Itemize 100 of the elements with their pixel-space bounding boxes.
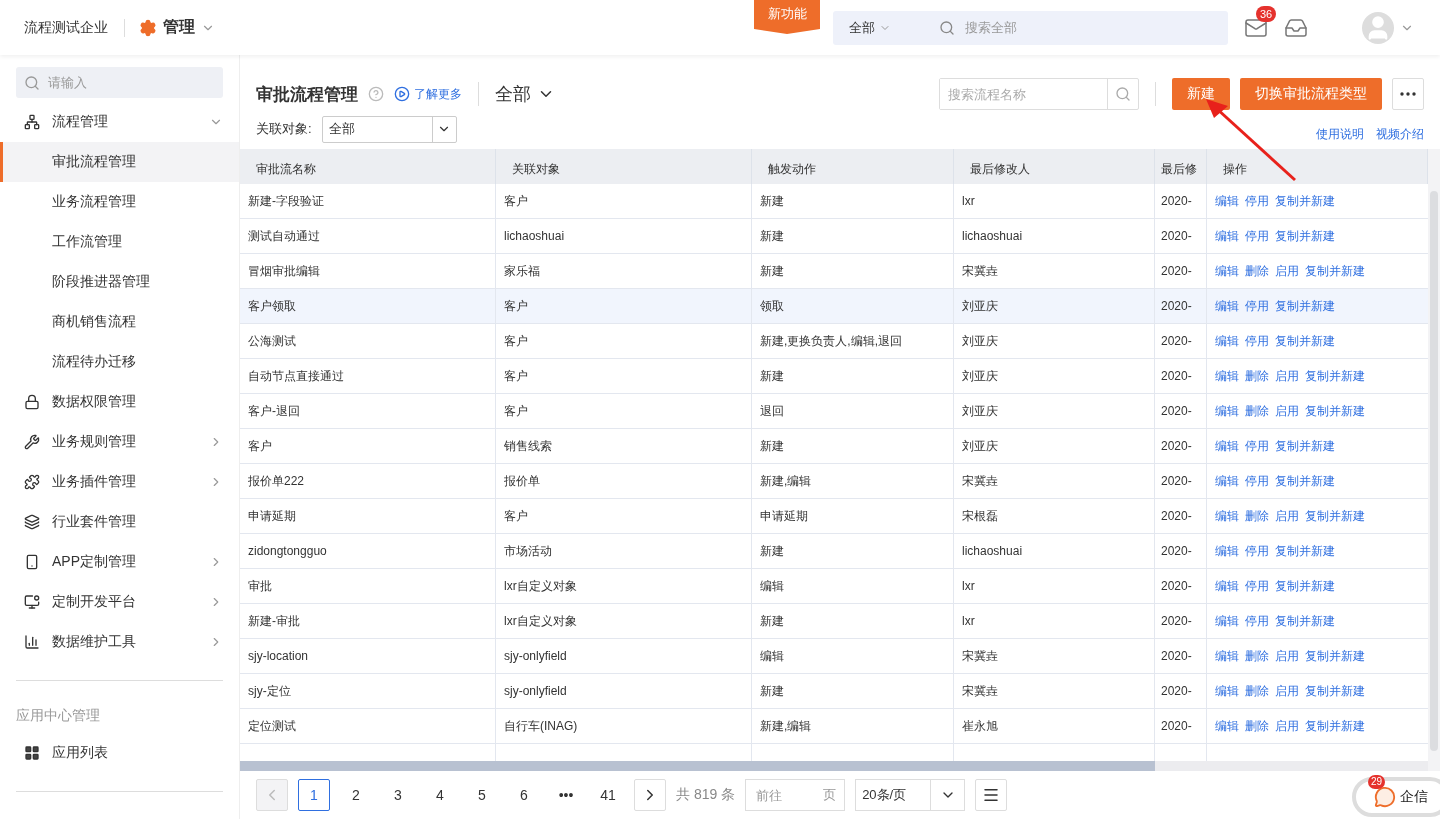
horizontal-scrollbar[interactable]	[240, 761, 1155, 771]
sidebar-item[interactable]: 数据权限管理	[0, 382, 239, 422]
row-action-link[interactable]: 编辑	[1215, 332, 1239, 350]
sidebar-item[interactable]: 业务插件管理	[0, 462, 239, 502]
row-action-link[interactable]: 复制并新建	[1275, 227, 1335, 245]
sidebar-item[interactable]: 流程待办迁移	[0, 342, 239, 382]
chat-widget[interactable]: 29 企信	[1352, 777, 1440, 817]
row-action-link[interactable]: 编辑	[1215, 367, 1239, 385]
sidebar-item[interactable]: 审批流程管理	[0, 142, 239, 182]
sidebar-item[interactable]: 数据维护工具	[0, 622, 239, 662]
row-action-link[interactable]: 编辑	[1215, 507, 1239, 525]
row-action-link[interactable]: 复制并新建	[1275, 192, 1335, 210]
row-action-link[interactable]: 复制并新建	[1275, 472, 1335, 490]
row-action-link[interactable]: 编辑	[1215, 542, 1239, 560]
row-action-link[interactable]: 编辑	[1215, 437, 1239, 455]
scope-dropdown[interactable]: 全部	[495, 82, 555, 106]
sidebar-item[interactable]: 行业套件管理	[0, 502, 239, 542]
table-cell: 新建,更换负责人,编辑,退回	[752, 324, 954, 359]
learn-more-link[interactable]: 了解更多	[394, 85, 462, 103]
row-action-link[interactable]: 停用	[1245, 192, 1269, 210]
row-action-link[interactable]: 复制并新建	[1305, 682, 1365, 700]
row-action-link[interactable]: 删除	[1245, 717, 1269, 735]
table-cell: 宋冀垚	[954, 254, 1155, 289]
sidebar-item[interactable]: 流程管理	[0, 102, 239, 142]
page-button[interactable]: 1	[298, 779, 330, 811]
sidebar-item[interactable]: 业务流程管理	[0, 182, 239, 222]
table-cell: 2020-	[1155, 639, 1207, 674]
row-action-link[interactable]: 编辑	[1215, 717, 1239, 735]
row-action-link[interactable]: 删除	[1245, 507, 1269, 525]
row-action-link[interactable]: 启用	[1275, 507, 1299, 525]
row-action-link[interactable]: 编辑	[1215, 297, 1239, 315]
sidebar-item[interactable]: 定制开发平台	[0, 582, 239, 622]
row-action-link[interactable]: 复制并新建	[1275, 437, 1335, 455]
sidebar-item[interactable]: 阶段推进器管理	[0, 262, 239, 302]
global-search-bar[interactable]: 全部 搜索全部	[833, 10, 1228, 45]
help-link[interactable]: 视频介绍	[1376, 125, 1424, 143]
row-action-link[interactable]: 编辑	[1215, 472, 1239, 490]
row-action-link[interactable]: 停用	[1245, 542, 1269, 560]
page-title: 审批流程管理	[256, 83, 358, 106]
row-action-link[interactable]: 启用	[1275, 367, 1299, 385]
row-action-link[interactable]: 编辑	[1215, 262, 1239, 280]
action-button[interactable]: 切换审批流程类型	[1240, 78, 1382, 110]
row-action-link[interactable]: 启用	[1275, 262, 1299, 280]
row-action-link[interactable]: 编辑	[1215, 612, 1239, 630]
search-input[interactable]: 请输入	[46, 74, 215, 91]
search-scope-dropdown[interactable]: 全部	[849, 18, 891, 37]
help-link[interactable]: 使用说明	[1316, 125, 1364, 143]
row-action-link[interactable]: 删除	[1245, 682, 1269, 700]
row-action-link[interactable]: 编辑	[1215, 227, 1239, 245]
list-view-button[interactable]	[975, 779, 1008, 811]
row-action-link[interactable]: 复制并新建	[1275, 297, 1335, 315]
row-action-link[interactable]: 复制并新建	[1305, 507, 1365, 525]
next-page-button[interactable]	[634, 779, 666, 811]
row-action-link[interactable]: 停用	[1245, 437, 1269, 455]
more-button[interactable]	[1392, 78, 1424, 110]
object-select[interactable]: 全部	[321, 115, 457, 143]
row-action-link[interactable]: 编辑	[1215, 682, 1239, 700]
row-action-link[interactable]: 启用	[1275, 682, 1299, 700]
row-action-link[interactable]: 停用	[1245, 227, 1269, 245]
sidebar-item[interactable]: 工作流管理	[0, 222, 239, 262]
sidebar-item[interactable]: APP定制管理	[0, 542, 239, 582]
row-action-link[interactable]: 停用	[1245, 332, 1269, 350]
row-action-link[interactable]: 复制并新建	[1275, 332, 1335, 350]
row-action-link[interactable]: 复制并新建	[1305, 367, 1365, 385]
new-feature-tag[interactable]: 新功能	[754, 0, 820, 34]
row-action-link[interactable]: 删除	[1245, 402, 1269, 420]
row-action-link[interactable]: 复制并新建	[1305, 262, 1365, 280]
sidebar-item[interactable]: 应用列表	[0, 733, 239, 773]
row-action-link[interactable]: 复制并新建	[1305, 402, 1365, 420]
user-avatar[interactable]	[1362, 11, 1394, 44]
goto-page-bar[interactable]: 前往 页	[745, 779, 846, 811]
row-action-link[interactable]: 复制并新建	[1275, 612, 1335, 630]
row-action-link[interactable]: 停用	[1245, 577, 1269, 595]
row-action-link[interactable]: 编辑	[1215, 577, 1239, 595]
row-action-link[interactable]: 复制并新建	[1305, 647, 1365, 665]
module-switcher[interactable]: 管理	[139, 17, 215, 38]
row-action-link[interactable]: 启用	[1275, 402, 1299, 420]
row-action-link[interactable]: 复制并新建	[1275, 577, 1335, 595]
sidebar-item[interactable]: 商机销售流程	[0, 302, 239, 342]
sidebar-search-bar[interactable]: 请输入	[16, 67, 223, 98]
process-search-bar[interactable]: 搜索流程名称	[939, 78, 1139, 110]
row-action-link[interactable]: 删除	[1245, 262, 1269, 280]
row-action-link[interactable]: 编辑	[1215, 647, 1239, 665]
action-button[interactable]: 新建	[1172, 78, 1230, 110]
row-action-link[interactable]: 停用	[1245, 612, 1269, 630]
row-action-link[interactable]: 停用	[1245, 297, 1269, 315]
search-input[interactable]: 搜索全部	[963, 19, 1212, 36]
row-action-link[interactable]: 启用	[1275, 647, 1299, 665]
row-action-link[interactable]: 编辑	[1215, 192, 1239, 210]
sidebar-item[interactable]: 业务规则管理	[0, 422, 239, 462]
table-cell: 刘亚庆	[954, 289, 1155, 324]
row-action-link[interactable]: 停用	[1245, 472, 1269, 490]
row-action-link[interactable]: 启用	[1275, 717, 1299, 735]
row-action-link[interactable]: 删除	[1245, 647, 1269, 665]
row-action-link[interactable]: 编辑	[1215, 402, 1239, 420]
row-action-link[interactable]: 删除	[1245, 367, 1269, 385]
row-action-link[interactable]: 复制并新建	[1275, 542, 1335, 560]
help-icon[interactable]	[368, 86, 384, 102]
page-size-select[interactable]: 20条/页	[855, 779, 966, 811]
row-action-link[interactable]: 复制并新建	[1305, 717, 1365, 735]
